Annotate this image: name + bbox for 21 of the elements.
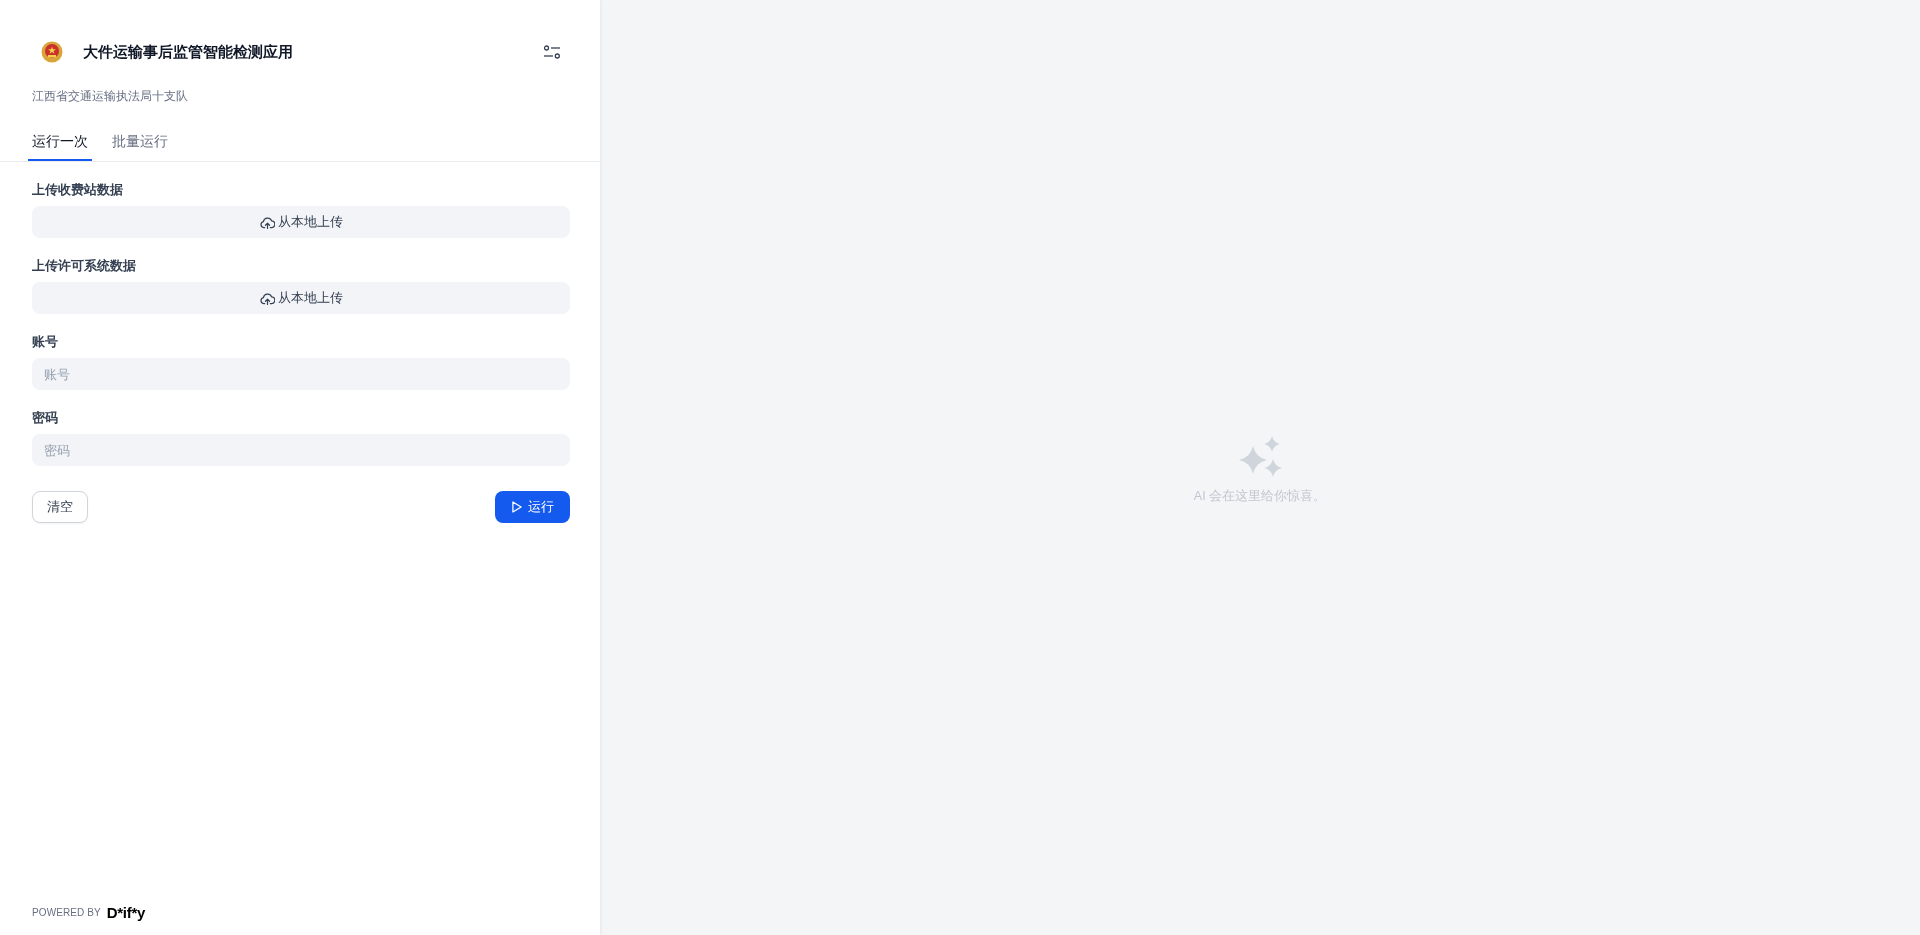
clear-button[interactable]: 清空: [32, 491, 88, 523]
brand-logo: D*if*y: [106, 904, 145, 921]
sparkle-icon: [1238, 436, 1282, 478]
emblem-icon: [41, 41, 63, 63]
cloud-upload-icon: [259, 291, 275, 305]
input-field[interactable]: 账号: [32, 358, 570, 390]
tab[interactable]: 运行一次: [28, 128, 92, 161]
field-label: 账号: [32, 333, 58, 351]
play-icon: [511, 501, 522, 513]
field-label: 上传许可系统数据: [32, 257, 136, 275]
powered-by-text: POWERED BY: [32, 907, 101, 918]
run-button[interactable]: 运行: [495, 491, 570, 523]
app-description: 江西省交通运输执法局十支队: [32, 89, 188, 103]
app-title: 大件运输事后监管智能检测应用: [83, 42, 293, 62]
cloud-upload-icon: [259, 215, 275, 229]
upload-button[interactable]: 从本地上传: [32, 206, 570, 238]
input-field[interactable]: 密码: [32, 434, 570, 466]
upload-button[interactable]: 从本地上传: [32, 282, 570, 314]
field-label: 上传收费站数据: [32, 181, 123, 199]
field-label: 密码: [32, 409, 58, 427]
tab[interactable]: 批量运行: [108, 128, 172, 161]
